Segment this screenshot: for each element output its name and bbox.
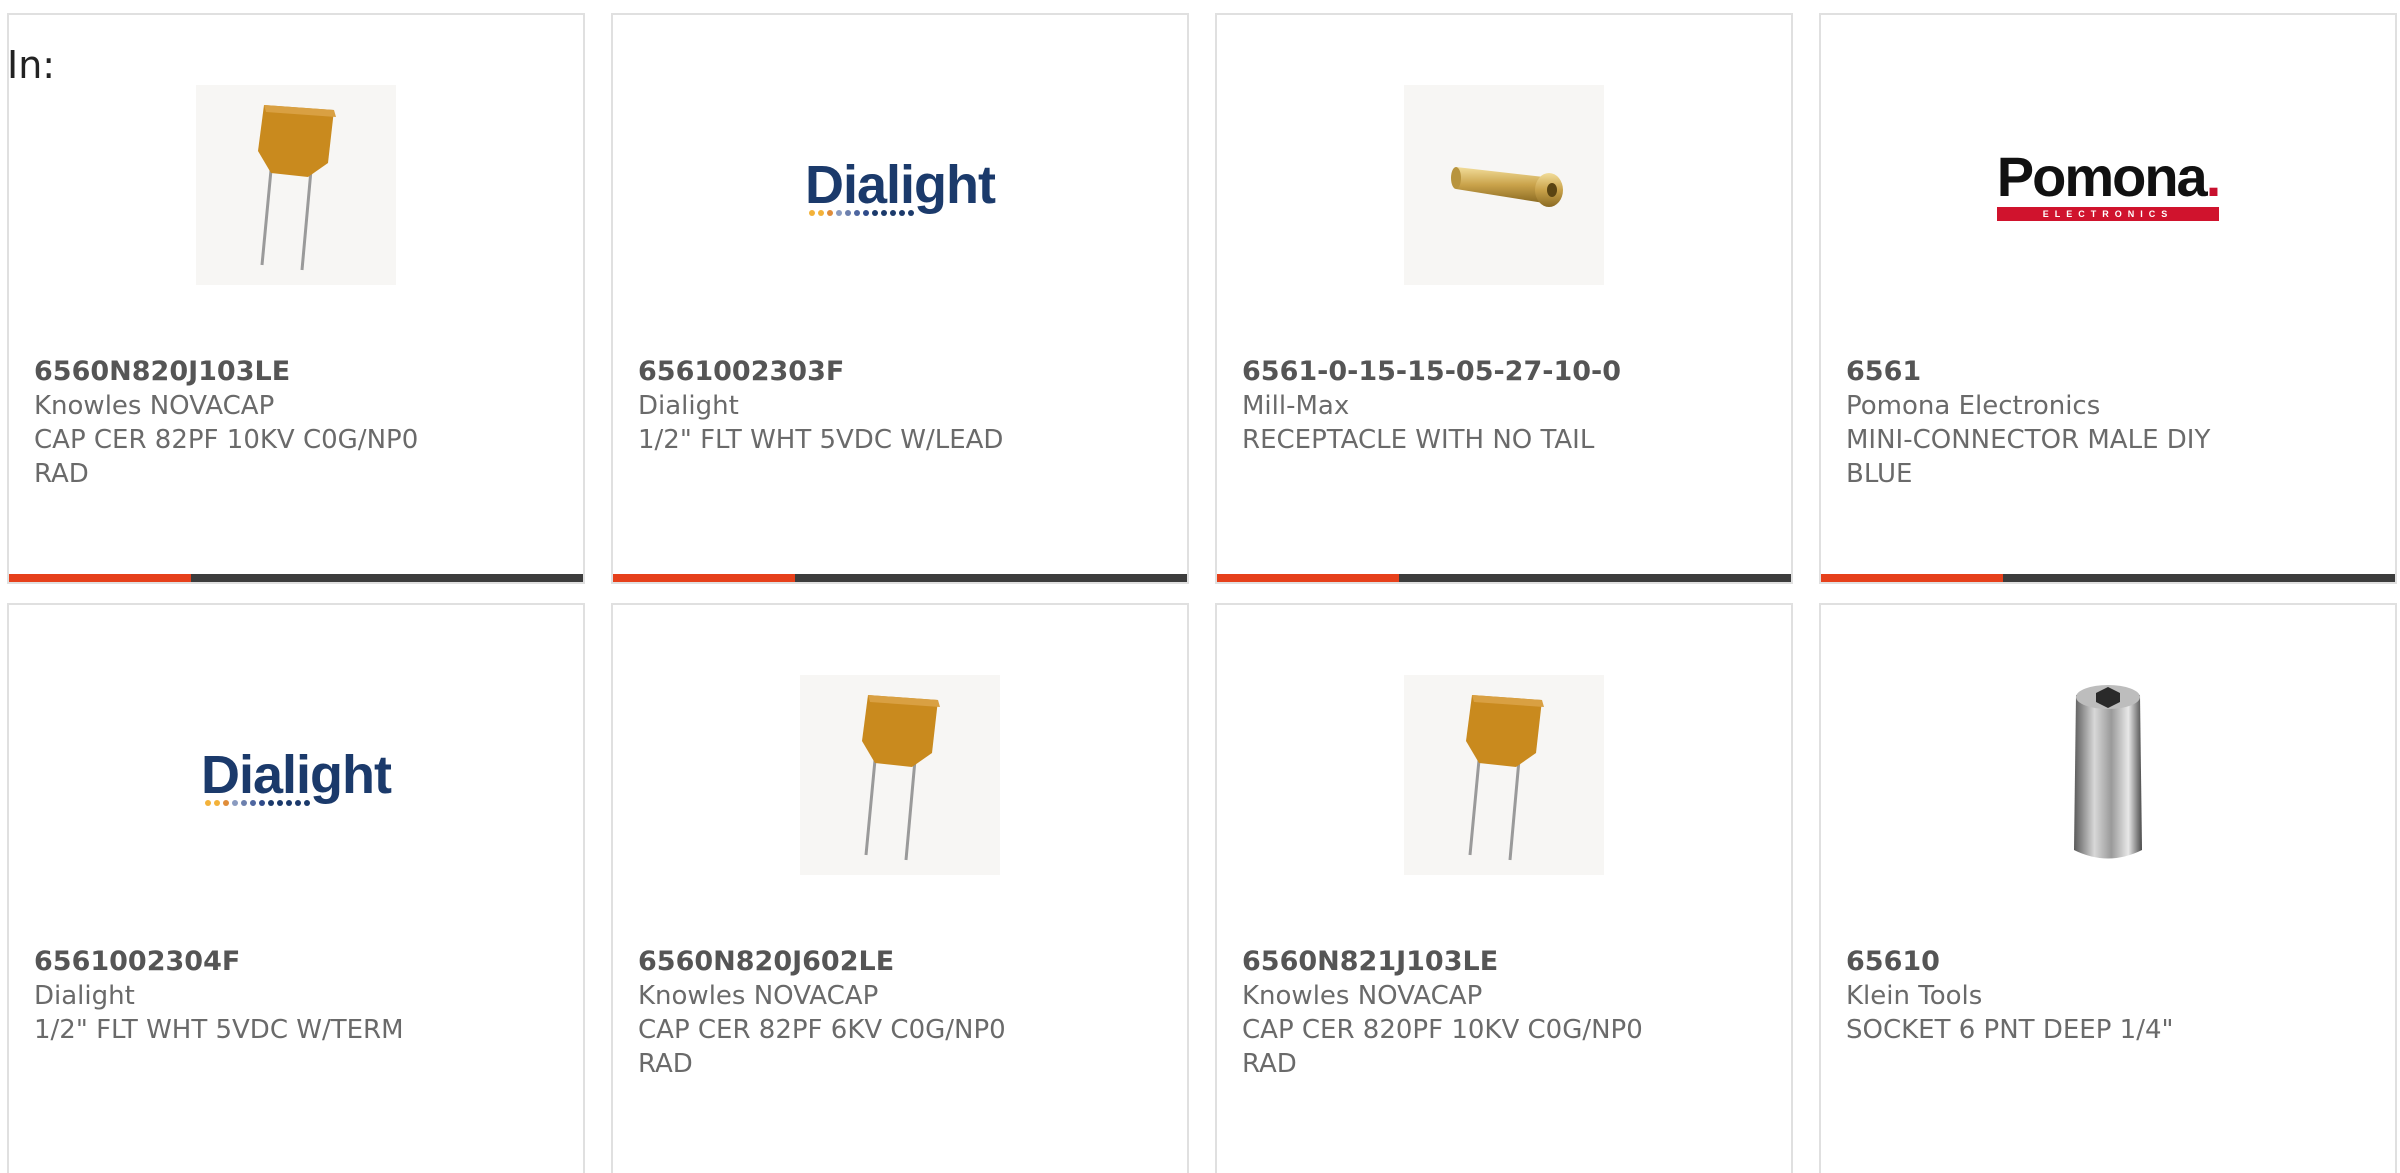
product-image-socket[interactable]	[2008, 675, 2208, 875]
card-bottom-bar	[1217, 574, 1791, 582]
product-card[interactable]: 6561-0-15-15-05-27-10-0 Mill-Max RECEPTA…	[1215, 13, 1793, 584]
ceramic-capacitor-icon	[1466, 695, 1544, 861]
product-card[interactable]: 6560N820J602LE Knowles NOVACAP CAP CER 8…	[611, 603, 1189, 1173]
product-image-capacitor[interactable]	[1404, 675, 1604, 875]
product-image-pomona[interactable]: Pomona. ELECTRONICS	[1996, 85, 2221, 285]
pomona-logo-dot: .	[2205, 145, 2222, 208]
pomona-logo-text: Pomona	[1996, 145, 2208, 208]
card-accent	[9, 574, 191, 582]
manufacturer: Dialight	[638, 391, 739, 421]
manufacturer: Mill-Max	[1242, 391, 1350, 421]
part-number-link[interactable]: 6561002304F	[34, 945, 454, 979]
product-image-dialight[interactable]: Dialight	[196, 675, 396, 875]
manufacturer: Klein Tools	[1846, 981, 1983, 1011]
part-number-link[interactable]: 6560N820J103LE	[34, 355, 454, 389]
product-image-capacitor[interactable]	[196, 85, 396, 285]
dialight-logo-icon: Dialight	[805, 154, 996, 216]
description: CAP CER 820PF 10KV C0G/NP0 RAD	[1242, 1015, 1643, 1079]
dialight-logo-text: Dialight	[201, 745, 392, 805]
part-number-link[interactable]: 6560N820J602LE	[638, 945, 1058, 979]
product-card[interactable]: Pomona. ELECTRONICS 6561 Pomona Electron…	[1819, 13, 2397, 584]
product-image-capacitor[interactable]	[800, 675, 1000, 875]
part-number-link[interactable]: 6561002303F	[638, 355, 1058, 389]
socket-tool-icon	[2074, 685, 2142, 859]
product-card[interactable]: Dialight 6561002304F Dialight 1/2" FLT W…	[7, 603, 585, 1173]
card-bottom-bar	[1821, 574, 2395, 582]
card-accent	[1821, 574, 2003, 582]
product-image-dialight[interactable]: Dialight	[800, 85, 1000, 285]
product-card[interactable]: 6560N821J103LE Knowles NOVACAP CAP CER 8…	[1215, 603, 1793, 1173]
manufacturer: Knowles NOVACAP	[34, 391, 275, 421]
dialight-logo-icon: Dialight	[201, 744, 392, 806]
dialight-logo-text: Dialight	[805, 155, 996, 215]
product-card[interactable]: Dialight 6561002303F Dialight 1/2" FLT W…	[611, 13, 1189, 584]
ceramic-capacitor-icon	[258, 105, 336, 271]
part-number-link[interactable]: 6561	[1846, 355, 2266, 389]
manufacturer: Knowles NOVACAP	[638, 981, 879, 1011]
product-image-receptacle[interactable]	[1404, 85, 1604, 285]
description: 1/2" FLT WHT 5VDC W/LEAD	[638, 425, 1004, 455]
card-accent	[1217, 574, 1399, 582]
card-bottom-bar	[613, 574, 1187, 582]
card-accent	[613, 574, 795, 582]
description: MINI-CONNECTOR MALE DIY BLUE	[1846, 425, 2211, 489]
pomona-logo-band: ELECTRONICS	[1996, 207, 2220, 221]
ceramic-capacitor-icon	[862, 695, 940, 861]
part-number-link[interactable]: 6560N821J103LE	[1242, 945, 1662, 979]
card-bottom-bar	[9, 574, 583, 582]
description: 1/2" FLT WHT 5VDC W/TERM	[34, 1015, 404, 1045]
part-number-link[interactable]: 6561-0-15-15-05-27-10-0	[1242, 355, 1662, 389]
manufacturer: Dialight	[34, 981, 135, 1011]
product-card[interactable]: 65610 Klein Tools SOCKET 6 PNT DEEP 1/4"	[1819, 603, 2397, 1173]
receptacle-pin-icon	[1451, 167, 1563, 207]
filter-label: In:	[7, 43, 56, 87]
manufacturer: Pomona Electronics	[1846, 391, 2101, 421]
product-card[interactable]: 6560N820J103LE Knowles NOVACAP CAP CER 8…	[7, 13, 585, 584]
description: RECEPTACLE WITH NO TAIL	[1242, 425, 1595, 455]
manufacturer: Knowles NOVACAP	[1242, 981, 1483, 1011]
description: SOCKET 6 PNT DEEP 1/4"	[1846, 1015, 2174, 1045]
description: CAP CER 82PF 6KV C0G/NP0 RAD	[638, 1015, 1006, 1079]
pomona-logo-icon: Pomona. ELECTRONICS	[1996, 149, 2221, 221]
part-number-link[interactable]: 65610	[1846, 945, 2266, 979]
description: CAP CER 82PF 10KV C0G/NP0 RAD	[34, 425, 419, 489]
